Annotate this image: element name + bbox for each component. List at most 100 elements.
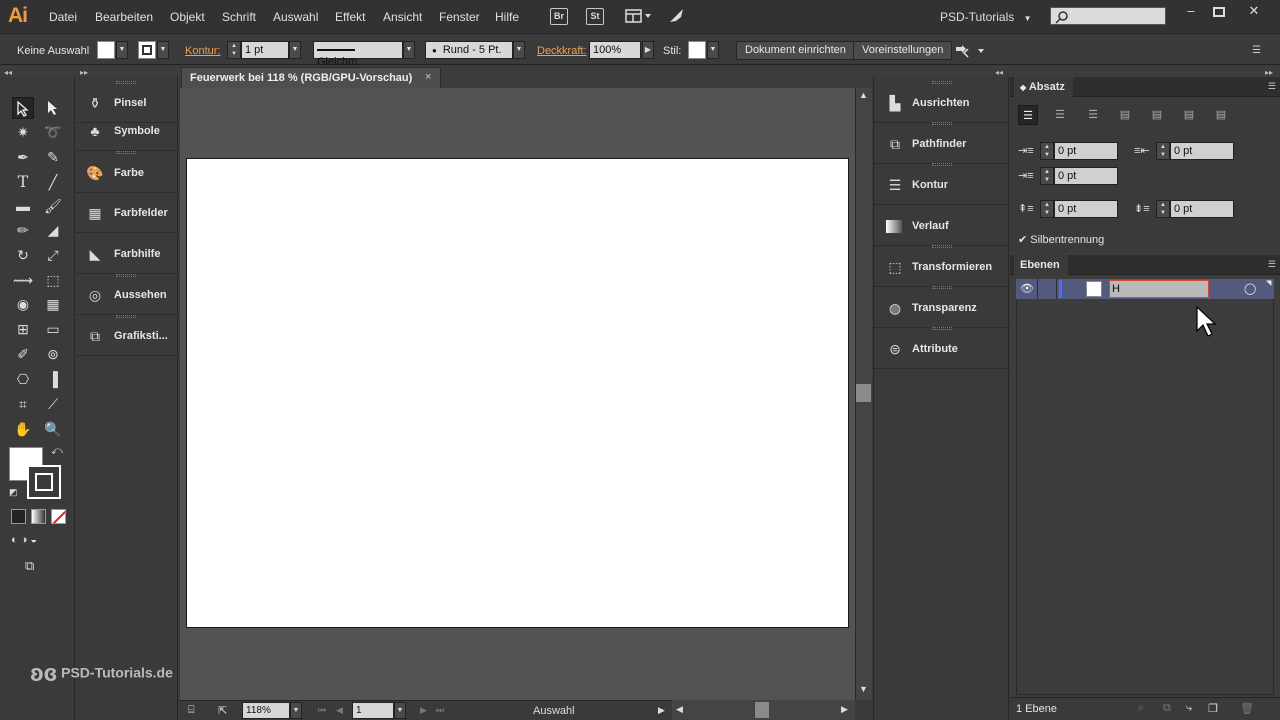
dock-item-pathfinder[interactable]: ⧉ Pathfinder: [874, 123, 1010, 164]
zoom-field[interactable]: 118%: [242, 702, 290, 719]
rotate-tool-icon[interactable]: ↻: [12, 244, 34, 266]
menu-objekt[interactable]: Objekt: [170, 10, 205, 24]
stroke-swatch[interactable]: [138, 41, 156, 59]
artboard[interactable]: [186, 158, 849, 628]
stroke-color-box[interactable]: [27, 465, 61, 499]
space-before-stepper[interactable]: ▲ ▼: [1040, 200, 1054, 218]
artboard-nav-icon[interactable]: ⌸: [188, 704, 195, 717]
share-icon[interactable]: ⇱: [218, 704, 227, 717]
tool-status[interactable]: Auswahl: [533, 705, 575, 717]
slice-tool-icon[interactable]: ⟋: [42, 393, 64, 415]
eraser-tool-icon[interactable]: ◢: [42, 219, 64, 241]
opacity-field[interactable]: 100%: [589, 41, 641, 59]
free-transform-tool-icon[interactable]: ⬚: [42, 269, 64, 291]
new-layer-icon[interactable]: ❐: [1208, 702, 1218, 715]
layers-list[interactable]: [1016, 279, 1274, 695]
first-line-indent-stepper[interactable]: ▲ ▼: [1040, 167, 1054, 185]
dock-item-symbole[interactable]: ♣ Symbole: [76, 111, 178, 151]
scroll-up-icon[interactable]: ▲: [859, 90, 868, 100]
style-dropdown[interactable]: ▼: [707, 41, 719, 59]
screen-mode-icon[interactable]: ⧉: [25, 558, 49, 576]
rectangle-tool-icon[interactable]: ▬: [12, 195, 34, 217]
stroke-profile-field[interactable]: Gleichm.: [313, 41, 403, 68]
first-artboard-icon[interactable]: ⏮: [318, 705, 326, 716]
dock-item-attribute[interactable]: ⊜ Attribute: [874, 328, 1010, 369]
dock-item-farbfelder[interactable]: ▦ Farbfelder: [76, 193, 178, 233]
stroke-weight-field[interactable]: 1 pt: [241, 41, 289, 59]
magic-wand-tool-icon[interactable]: ✷: [12, 121, 34, 143]
artboard-dropdown[interactable]: ▼: [394, 702, 406, 719]
menu-datei[interactable]: Datei: [49, 10, 77, 24]
bridge-button[interactable]: Br: [550, 8, 568, 25]
close-window-button[interactable]: ✕: [1244, 3, 1264, 21]
blend-tool-icon[interactable]: ⊚: [42, 343, 64, 365]
menu-effekt[interactable]: Effekt: [335, 10, 365, 24]
perspective-grid-tool-icon[interactable]: ▦: [42, 293, 64, 315]
right-dock-collapse-icon[interactable]: ▸▸: [1265, 68, 1273, 77]
stroke-panel-link[interactable]: Kontur:: [185, 45, 220, 57]
right-indent-stepper[interactable]: ▲ ▼: [1156, 142, 1170, 160]
curvature-tool-icon[interactable]: ✎: [42, 146, 64, 168]
column-graph-tool-icon[interactable]: ▐: [42, 368, 64, 390]
previous-artboard-icon[interactable]: ◀: [336, 705, 343, 716]
first-line-indent-field[interactable]: 0 pt: [1054, 167, 1118, 185]
lasso-tool-icon[interactable]: ➰: [42, 121, 64, 143]
dock-item-kontur[interactable]: ☰ Kontur: [874, 164, 1010, 205]
right-indent-field[interactable]: 0 pt: [1170, 142, 1234, 160]
space-before-field[interactable]: 0 pt: [1054, 200, 1118, 218]
gpu-performance-button[interactable]: [667, 7, 687, 25]
opacity-slider-toggle[interactable]: ▶: [642, 41, 654, 59]
type-tool-icon[interactable]: T: [12, 171, 34, 193]
line-tool-icon[interactable]: ╱: [42, 171, 64, 193]
zoom-tool-icon[interactable]: 🔍: [42, 418, 64, 440]
gradient-mode-icon[interactable]: [31, 509, 46, 524]
arrange-objects-button[interactable]: [954, 43, 988, 59]
none-mode-icon[interactable]: [51, 509, 66, 524]
document-setup-button[interactable]: Dokument einrichten: [736, 41, 855, 60]
menu-hilfe[interactable]: Hilfe: [495, 10, 519, 24]
dock-item-aussehen[interactable]: ◎ Aussehen: [76, 275, 178, 315]
delete-layer-icon[interactable]: 🗑: [1240, 702, 1254, 715]
stroke-weight-stepper[interactable]: ▲ ▼: [227, 41, 241, 59]
justify-center-button[interactable]: ▤: [1147, 105, 1167, 125]
document-tab[interactable]: Feuerwerk bei 118 % (RGB/GPU-Vorschau) ×: [181, 67, 441, 88]
paintbrush-tool-icon[interactable]: 🖌: [42, 195, 64, 217]
opacity-panel-link[interactable]: Deckkraft:: [537, 45, 587, 57]
workspace-switcher[interactable]: PSD-Tutorials ▼: [940, 10, 1032, 24]
menu-bearbeiten[interactable]: Bearbeiten: [95, 10, 153, 24]
dock-item-transparenz[interactable]: ◍ Transparenz: [874, 287, 1010, 328]
menu-fenster[interactable]: Fenster: [439, 10, 480, 24]
minimize-button[interactable]: –: [1181, 3, 1201, 21]
locate-object-icon[interactable]: ⌕: [1138, 702, 1144, 715]
scroll-right-icon[interactable]: ▶: [841, 704, 848, 715]
stock-button[interactable]: St: [586, 8, 604, 25]
fill-swatch[interactable]: [97, 41, 115, 59]
symbol-sprayer-tool-icon[interactable]: ⎔: [12, 368, 34, 390]
panel-menu-icon[interactable]: ☰: [1268, 81, 1276, 92]
tools-collapse-icon[interactable]: ◂◂: [4, 68, 12, 77]
selection-tool-icon[interactable]: [12, 97, 34, 119]
pen-tool-icon[interactable]: ✒: [12, 146, 34, 168]
justify-all-button[interactable]: ▤: [1211, 105, 1231, 125]
left-indent-field[interactable]: 0 pt: [1054, 142, 1118, 160]
target-circle-icon[interactable]: ◯: [1244, 282, 1256, 295]
default-colors-icon[interactable]: ◩: [9, 487, 18, 498]
preferences-button[interactable]: Voreinstellungen: [853, 41, 953, 60]
justify-right-button[interactable]: ▤: [1179, 105, 1199, 125]
align-left-button[interactable]: ☰: [1018, 105, 1038, 125]
arrange-documents-button[interactable]: [625, 8, 653, 25]
maximize-button[interactable]: [1209, 3, 1229, 21]
new-sublayer-icon[interactable]: ⤷: [1186, 702, 1192, 715]
status-menu-arrow-icon[interactable]: ▶: [658, 705, 665, 716]
clipping-mask-icon[interactable]: ⧉: [1163, 702, 1171, 715]
drawing-modes-icon[interactable]: ◐ ◑ ◒: [11, 534, 63, 548]
width-tool-icon[interactable]: ⟿: [12, 269, 34, 291]
dock-item-ausrichten[interactable]: ▙ Ausrichten: [874, 82, 1010, 123]
direct-selection-tool-icon[interactable]: [42, 97, 64, 119]
scale-tool-icon[interactable]: ⤢: [42, 244, 64, 266]
gradient-tool-icon[interactable]: ▭: [42, 318, 64, 340]
artboard-tool-icon[interactable]: ⌗: [12, 393, 34, 415]
stroke-profile-dropdown[interactable]: ▼: [403, 41, 415, 59]
brush-field[interactable]: ● Rund - 5 Pt.: [425, 41, 513, 59]
horizontal-scroll-thumb[interactable]: [755, 702, 769, 718]
